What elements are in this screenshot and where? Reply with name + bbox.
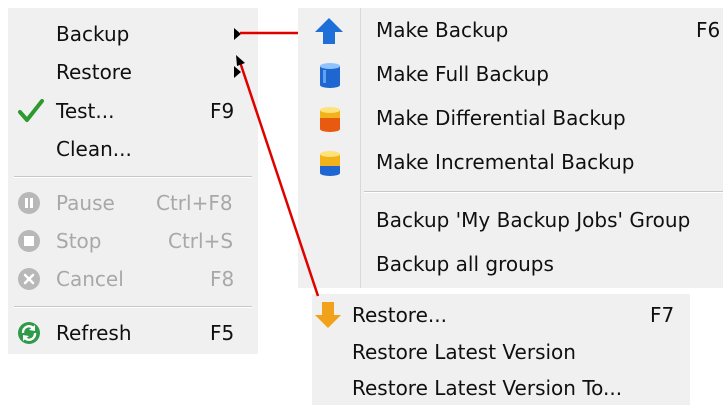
menu-item-label: Make Incremental Backup [376,150,635,174]
menu-item-restore[interactable]: Restore [8,55,258,89]
shortcut-label: Ctrl+S [168,229,234,253]
shortcut-label: F8 [210,267,235,291]
shortcut-label: F7 [650,303,675,327]
arrow-down-icon [314,301,342,339]
menu-item-label: Cancel [56,267,124,291]
refresh-icon [17,321,41,355]
menu-item-make-differential-backup[interactable]: Make Differential Backup [298,101,723,135]
menu-item-label: Stop [56,229,102,253]
pause-icon [17,191,41,225]
menu-item-clean[interactable]: Clean... [8,132,258,166]
menu-item-stop[interactable]: Stop Ctrl+S [8,224,258,258]
backup-submenu: Make Backup F6 Make Full Backup Make Dif… [298,8,723,288]
menu-item-refresh[interactable]: Refresh F5 [8,316,258,350]
database-orange-icon [318,105,342,143]
menu-separator [14,176,252,178]
shortcut-label: F5 [210,321,235,345]
menu-item-label: Make Backup [376,18,509,42]
menu-item-restore-latest-version-to[interactable]: Restore Latest Version To... [312,371,690,405]
menu-item-label: Make Full Backup [376,62,549,86]
shortcut-label: F6 [696,18,721,42]
menu-item-label: Pause [56,191,115,215]
menu-item-label: Make Differential Backup [376,106,626,130]
database-blue-icon [318,61,342,99]
menu-item-pause[interactable]: Pause Ctrl+F8 [8,186,258,220]
menu-item-label: Test... [56,99,115,123]
menu-item-label: Backup [56,22,130,46]
menu-item-label: Restore Latest Version [352,340,576,364]
menu-item-label: Backup 'My Backup Jobs' Group [376,208,691,232]
submenu-arrow-icon [234,66,241,78]
menu-separator [14,306,252,308]
menu-item-label: Restore [56,60,132,84]
menu-item-backup-group[interactable]: Backup 'My Backup Jobs' Group [298,203,723,237]
main-context-menu: Backup Restore Test... F9 Clean... Pause… [8,8,258,354]
menu-item-cancel[interactable]: Cancel F8 [8,262,258,296]
stop-icon [17,229,41,263]
restore-submenu: Restore... F7 Restore Latest Version Res… [312,294,690,405]
menu-item-label: Restore... [352,303,447,327]
menu-item-restore-latest-version[interactable]: Restore Latest Version [312,335,690,369]
menu-item-test[interactable]: Test... F9 [8,94,258,128]
menu-item-label: Clean... [56,137,132,161]
menu-item-label: Refresh [56,321,132,345]
checkmark-icon [18,98,44,134]
submenu-arrow-icon [234,28,241,40]
menu-item-backup[interactable]: Backup [8,17,258,51]
menu-separator [364,191,723,193]
menu-item-make-full-backup[interactable]: Make Full Backup [298,57,723,91]
menu-item-label: Restore Latest Version To... [352,376,623,400]
cancel-icon [17,267,41,301]
menu-item-restore-dialog[interactable]: Restore... F7 [312,298,690,332]
arrow-up-icon [314,17,344,55]
shortcut-label: Ctrl+F8 [156,191,233,215]
menu-item-make-incremental-backup[interactable]: Make Incremental Backup [298,145,723,179]
database-yellow-icon [318,149,342,187]
menu-item-label: Backup all groups [376,252,554,276]
shortcut-label: F9 [210,99,235,123]
menu-item-backup-all-groups[interactable]: Backup all groups [298,247,723,281]
menu-item-make-backup[interactable]: Make Backup F6 [298,13,723,47]
